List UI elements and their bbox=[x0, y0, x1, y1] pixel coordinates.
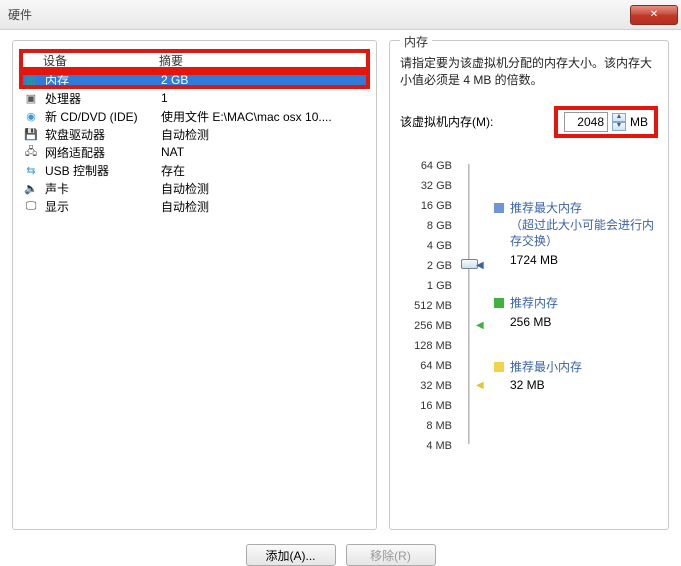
device-name: 网络适配器 bbox=[45, 144, 155, 161]
sound-card-icon: 🔈 bbox=[23, 180, 39, 196]
memory-input-label: 该虚拟机内存(M): bbox=[400, 113, 548, 130]
memory-settings-panel: 内存 请指定要为该虚拟机分配的内存大小。该内存大小值必须是 4 MB 的倍数。 … bbox=[389, 40, 669, 530]
slider-tick-labels: 64 GB32 GB16 GB8 GB4 GB2 GB1 GB512 MB256… bbox=[400, 156, 456, 456]
slider-tick: 16 GB bbox=[400, 196, 456, 216]
legend-max-value: 1724 MB bbox=[510, 252, 658, 269]
memory-input[interactable] bbox=[564, 112, 608, 132]
slider-tick: 128 MB bbox=[400, 336, 456, 356]
memory-legend: 推荐最大内存 （超过此大小可能会进行内存交换） 1724 MB 推荐内存 256… bbox=[486, 156, 658, 456]
device-summary: 自动检测 bbox=[161, 180, 370, 197]
close-button[interactable]: ✕ bbox=[630, 5, 678, 25]
slider-tick: 512 MB bbox=[400, 296, 456, 316]
device-row[interactable]: ▥ 内存 2 GB bbox=[19, 71, 370, 89]
legend-rec-label: 推荐内存 bbox=[510, 295, 558, 312]
usb-controller-icon: ⇆ bbox=[23, 162, 39, 178]
device-name: 显示 bbox=[45, 198, 155, 215]
slider-tick: 4 GB bbox=[400, 236, 456, 256]
legend-rec: 推荐内存 256 MB bbox=[494, 295, 658, 331]
marker-max-icon: ◀ bbox=[476, 260, 484, 271]
device-summary: 存在 bbox=[161, 162, 370, 179]
device-summary: 使用文件 E:\MAC\mac osx 10.... bbox=[161, 108, 370, 125]
device-table-header: 设备 摘要 bbox=[19, 49, 370, 71]
legend-rec-value: 256 MB bbox=[510, 314, 558, 331]
device-summary: 1 bbox=[161, 91, 370, 105]
slider-tick: 8 GB bbox=[400, 216, 456, 236]
slider-tick: 32 GB bbox=[400, 176, 456, 196]
slider-tick: 256 MB bbox=[400, 316, 456, 336]
device-row[interactable]: ⇆ USB 控制器存在 bbox=[19, 161, 370, 179]
slider-tick: 4 MB bbox=[400, 436, 456, 456]
memory-slider[interactable]: ◀ ◀ ◀ bbox=[456, 156, 486, 456]
display-icon: 🖵 bbox=[23, 198, 39, 214]
device-name: USB 控制器 bbox=[45, 162, 155, 179]
button-row: 添加(A)... 移除(R) bbox=[0, 536, 681, 566]
group-label-memory: 内存 bbox=[400, 33, 432, 50]
legend-min-label: 推荐最小内存 bbox=[510, 359, 582, 376]
legend-max-label: 推荐最大内存 bbox=[510, 200, 658, 217]
titlebar: 硬件 ✕ bbox=[0, 0, 681, 30]
slider-tick: 1 GB bbox=[400, 276, 456, 296]
slider-tick: 64 GB bbox=[400, 156, 456, 176]
network-adapter-icon: 🖧 bbox=[23, 144, 39, 160]
processor-icon: ▣ bbox=[23, 90, 39, 106]
memory-unit: MB bbox=[630, 115, 648, 129]
device-name: 软盘驱动器 bbox=[45, 126, 155, 143]
device-summary: 自动检测 bbox=[161, 126, 370, 143]
slider-tick: 2 GB bbox=[400, 256, 456, 276]
marker-min-icon: ◀ bbox=[476, 380, 484, 391]
legend-min-value: 32 MB bbox=[510, 377, 582, 394]
device-row[interactable]: ▣ 处理器 1 bbox=[19, 89, 370, 107]
slider-tick: 32 MB bbox=[400, 376, 456, 396]
device-name: 处理器 bbox=[45, 90, 155, 107]
legend-min-swatch bbox=[494, 362, 504, 372]
memory-icon: ▥ bbox=[23, 72, 39, 88]
slider-tick: 16 MB bbox=[400, 396, 456, 416]
device-name: 内存 bbox=[45, 72, 155, 89]
memory-spin-up[interactable]: ▲ bbox=[612, 113, 626, 122]
memory-description: 请指定要为该虚拟机分配的内存大小。该内存大小值必须是 4 MB 的倍数。 bbox=[400, 55, 658, 90]
legend-max: 推荐最大内存 （超过此大小可能会进行内存交换） 1724 MB bbox=[494, 200, 658, 269]
device-list: ▥ 内存 2 GB ▣ 处理器 1 ◉ 新 CD/DVD (IDE) 使用文件 E:\MAC\m… bbox=[19, 71, 370, 523]
slider-tick: 8 MB bbox=[400, 416, 456, 436]
column-summary: 摘要 bbox=[159, 52, 183, 69]
device-summary: 自动检测 bbox=[161, 198, 370, 215]
cd-dvd-icon: ◉ bbox=[23, 108, 39, 124]
device-list-panel: 设备 摘要 ▥ 内存 2 GB ▣ 处理器 1 ◉ 新 CD/DVD (IDE) 使用文件 E:… bbox=[12, 40, 377, 530]
window-title: 硬件 bbox=[8, 6, 32, 23]
remove-button[interactable]: 移除(R) bbox=[346, 544, 436, 566]
column-device: 设备 bbox=[43, 52, 159, 69]
memory-input-highlight: ▲ ▼ MB bbox=[554, 106, 658, 138]
device-name: 声卡 bbox=[45, 180, 155, 197]
device-summary: NAT bbox=[161, 145, 370, 159]
floppy-icon: 💾 bbox=[23, 126, 39, 142]
slider-track bbox=[468, 164, 471, 444]
legend-max-note: （超过此大小可能会进行内存交换） bbox=[510, 217, 658, 251]
slider-tick: 64 MB bbox=[400, 356, 456, 376]
legend-min: 推荐最小内存 32 MB bbox=[494, 359, 658, 395]
device-row[interactable]: 🔈 声卡自动检测 bbox=[19, 179, 370, 197]
device-row[interactable]: 💾 软盘驱动器自动检测 bbox=[19, 125, 370, 143]
device-row[interactable]: ◉ 新 CD/DVD (IDE) 使用文件 E:\MAC\mac osx 10...… bbox=[19, 107, 370, 125]
memory-spin-down[interactable]: ▼ bbox=[612, 122, 626, 131]
device-row[interactable]: 🖵 显示自动检测 bbox=[19, 197, 370, 215]
device-summary: 2 GB bbox=[161, 73, 370, 87]
add-button[interactable]: 添加(A)... bbox=[246, 544, 336, 566]
device-name: 新 CD/DVD (IDE) bbox=[45, 108, 155, 125]
legend-rec-swatch bbox=[494, 298, 504, 308]
marker-rec-icon: ◀ bbox=[476, 320, 484, 331]
legend-max-swatch bbox=[494, 203, 504, 213]
device-row[interactable]: 🖧 网络适配器 NAT bbox=[19, 143, 370, 161]
